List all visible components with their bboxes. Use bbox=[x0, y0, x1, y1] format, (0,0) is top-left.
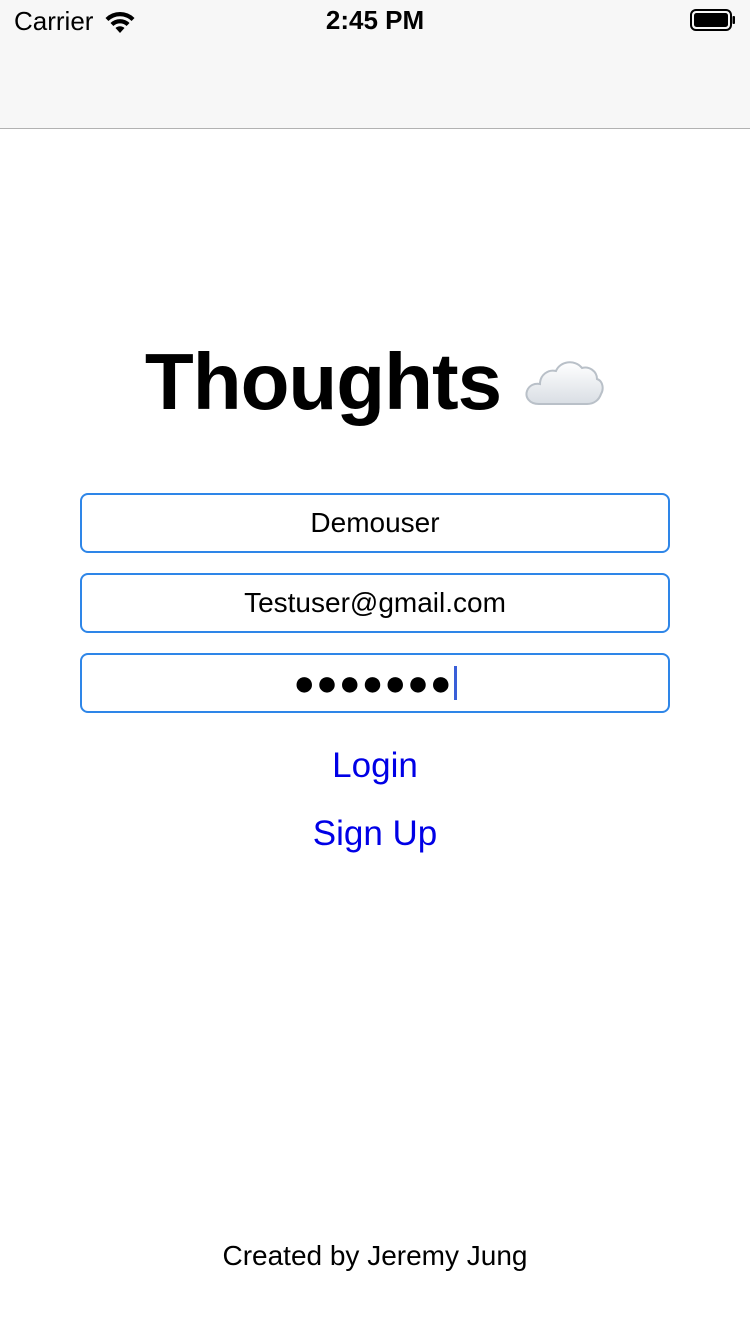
status-time: 2:45 PM bbox=[325, 5, 425, 35]
username-field[interactable] bbox=[80, 493, 670, 553]
email-input[interactable] bbox=[82, 587, 668, 619]
footer-credit: Created by Jeremy Jung bbox=[222, 1240, 528, 1271]
username-input[interactable] bbox=[82, 507, 668, 539]
battery-icon bbox=[690, 9, 735, 31]
login-screen: Carrier 2:45 PM Thoughts Demouser Testus… bbox=[0, 0, 750, 1334]
navigation-bar: Carrier 2:45 PM bbox=[0, 0, 750, 129]
email-field[interactable] bbox=[80, 573, 670, 633]
password-field[interactable]: ●●●●●●● bbox=[80, 653, 670, 713]
cloud-icon bbox=[525, 361, 604, 405]
app-title: Thoughts bbox=[144, 337, 502, 426]
password-masked-value: ●●●●●●● bbox=[293, 662, 453, 703]
sign-up-button[interactable]: Sign Up bbox=[0, 814, 750, 854]
title-row: Thoughts bbox=[0, 336, 750, 428]
text-cursor bbox=[453, 666, 457, 700]
login-button[interactable]: Login bbox=[0, 746, 750, 786]
